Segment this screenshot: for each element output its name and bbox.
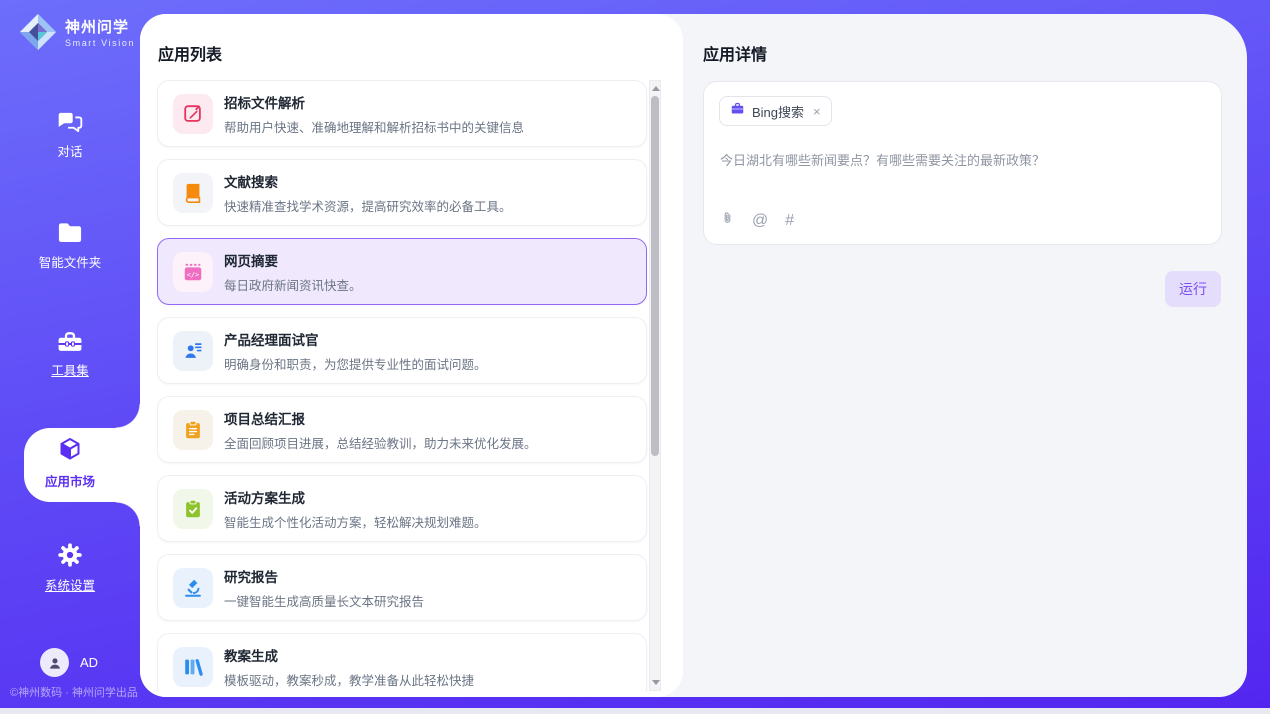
briefcase-icon	[730, 101, 745, 121]
diamond-logo-icon	[18, 12, 58, 57]
hash-icon[interactable]: #	[785, 213, 794, 229]
sidebar: 神州问学 Smart Vision 对话智能文件夹工具集应用市场系统设置 AD …	[0, 0, 140, 708]
sidebar-item-label: 应用市场	[45, 471, 95, 490]
app-card-description: 一键智能生成高质量长文本研究报告	[224, 591, 424, 610]
compose-box[interactable]: Bing搜索 × 今日湖北有哪些新闻要点？有哪些需要关注的最新政策？ @ #	[703, 81, 1222, 245]
clipboard-check-icon	[173, 489, 213, 529]
composer-toolbar: @ #	[720, 210, 794, 231]
clipboard-icon	[173, 410, 213, 450]
book-icon	[173, 173, 213, 213]
sidebar-item-label: 工具集	[51, 360, 89, 379]
app-card-title: 产品经理面试官	[224, 329, 487, 349]
app-card[interactable]: 产品经理面试官明确身份和职责，为您提供专业性的面试问题。	[157, 317, 647, 384]
sidebar-item-settings[interactable]: 系统设置	[0, 541, 140, 595]
app-card-title: 网页摘要	[224, 250, 362, 270]
sidebar-item-folders[interactable]: 智能文件夹	[0, 220, 140, 272]
sidebar-item-tools[interactable]: 工具集	[0, 328, 140, 380]
copyright-text: ©神州数码 · 神州问学出品	[10, 684, 138, 700]
scroll-up-icon[interactable]	[652, 86, 660, 91]
sidebar-item-label: 对话	[57, 141, 82, 160]
toolbox-icon	[0, 328, 140, 354]
app-card-list: 招标文件解析帮助用户快速、准确地理解和解析招标书中的关键信息文献搜索快速精准查找…	[157, 80, 648, 692]
detail-panel-title: 应用详情	[703, 41, 767, 65]
app-card[interactable]: 活动方案生成智能生成个性化活动方案，轻松解决规划难题。	[157, 475, 647, 542]
folder-icon	[0, 220, 140, 246]
app-card-title: 教案生成	[224, 645, 474, 665]
microscope-icon	[173, 568, 213, 608]
app-card[interactable]: 文献搜索快速精准查找学术资源，提高研究效率的必备工具。	[157, 159, 647, 226]
app-card-title: 项目总结汇报	[224, 408, 537, 428]
sidebar-item-label: 智能文件夹	[39, 252, 102, 271]
svg-text:</>: </>	[187, 271, 199, 279]
brand-name: 神州问学	[65, 20, 135, 36]
app-card[interactable]: 项目总结汇报全面回顾项目进展，总结经验教训，助力未来优化发展。	[157, 396, 647, 463]
app-card-description: 帮助用户快速、准确地理解和解析招标书中的关键信息	[224, 117, 524, 136]
main-content: 应用详情 Bing搜索 × 今日湖北有哪些新闻要点？有哪些需要关注的最新政策？	[140, 14, 1247, 697]
user-row[interactable]: AD	[40, 648, 98, 677]
gear-icon	[0, 541, 140, 569]
app-card-description: 明确身份和职责，为您提供专业性的面试问题。	[224, 354, 487, 373]
paperclip-icon[interactable]	[720, 210, 735, 231]
tool-chip[interactable]: Bing搜索 ×	[719, 96, 832, 126]
query-text: 今日湖北有哪些新闻要点？有哪些需要关注的最新政策？	[720, 150, 1200, 169]
app-card[interactable]: </> 网页摘要每日政府新闻资讯快查。	[157, 238, 647, 305]
at-icon[interactable]: @	[752, 213, 768, 229]
sidebar-item-market[interactable]: 应用市场	[0, 435, 140, 491]
edit-icon	[173, 94, 213, 134]
app-card-title: 研究报告	[224, 566, 424, 586]
app-card-description: 全面回顾项目进展，总结经验教训，助力未来优化发展。	[224, 433, 537, 452]
app-card[interactable]: 招标文件解析帮助用户快速、准确地理解和解析招标书中的关键信息	[157, 80, 647, 147]
close-icon[interactable]: ×	[813, 104, 821, 119]
app-card-description: 模板驱动，教案秒成，教学准备从此轻松快捷	[224, 670, 474, 689]
user-initials: AD	[80, 655, 98, 670]
app-card-title: 活动方案生成	[224, 487, 487, 507]
app-window: 神州问学 Smart Vision 对话智能文件夹工具集应用市场系统设置 AD …	[0, 0, 1270, 708]
cube-icon	[0, 435, 140, 465]
chat-icon	[0, 111, 140, 135]
browser-code-icon: </>	[173, 252, 213, 292]
list-scrollbar[interactable]	[649, 80, 661, 691]
brand-logo: 神州问学 Smart Vision	[18, 12, 135, 57]
interviewer-icon	[173, 331, 213, 371]
list-panel-title: 应用列表	[158, 41, 222, 65]
app-card[interactable]: 教案生成模板驱动，教案秒成，教学准备从此轻松快捷	[157, 633, 647, 692]
app-card-description: 智能生成个性化活动方案，轻松解决规划难题。	[224, 512, 487, 531]
app-card[interactable]: 研究报告一键智能生成高质量长文本研究报告	[157, 554, 647, 621]
sidebar-item-chat[interactable]: 对话	[0, 111, 140, 161]
scroll-down-icon[interactable]	[652, 680, 660, 685]
app-list-panel: 应用列表 招标文件解析帮助用户快速、准确地理解和解析招标书中的关键信息文献搜索快…	[140, 14, 683, 697]
sidebar-item-label: 系统设置	[45, 575, 95, 594]
app-card-description: 快速精准查找学术资源，提高研究效率的必备工具。	[224, 196, 512, 215]
avatar[interactable]	[40, 648, 69, 677]
app-card-title: 文献搜索	[224, 171, 512, 191]
app-card-title: 招标文件解析	[224, 92, 524, 112]
scrollbar-thumb[interactable]	[651, 96, 659, 456]
run-button[interactable]: 运行	[1165, 271, 1221, 307]
books-icon	[173, 647, 213, 687]
tool-chip-label: Bing搜索	[752, 102, 804, 121]
brand-tagline: Smart Vision	[65, 39, 135, 48]
app-card-description: 每日政府新闻资讯快查。	[224, 275, 362, 294]
